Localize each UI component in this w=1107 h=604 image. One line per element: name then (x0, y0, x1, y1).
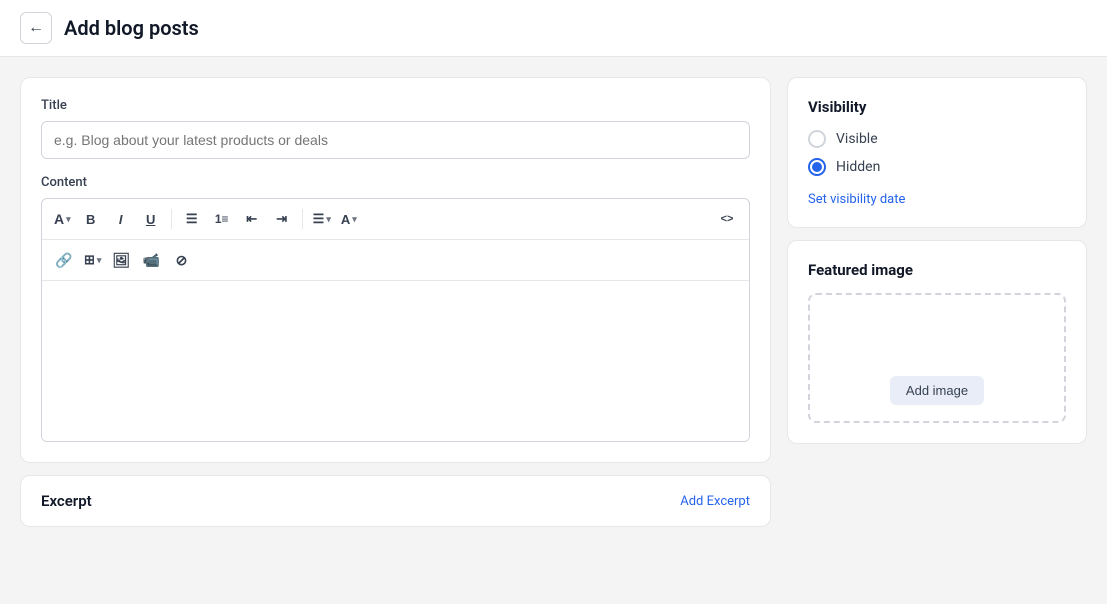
text-color-button[interactable]: A ▾ (337, 205, 361, 233)
title-input[interactable] (41, 121, 750, 159)
video-button[interactable]: 📹 (137, 246, 165, 274)
title-section: Title (41, 98, 750, 159)
add-excerpt-link[interactable]: Add Excerpt (680, 494, 750, 509)
featured-image-card: Featured image Add image (787, 240, 1087, 444)
font-button[interactable]: A ▾ (50, 205, 75, 233)
text-color-arrow: ▾ (352, 214, 357, 225)
left-column: Title Content A ▾ B I U (20, 77, 771, 527)
italic-button[interactable]: I (107, 205, 135, 233)
align-arrow: ▾ (326, 214, 331, 225)
source-icon: <> (721, 213, 734, 225)
bold-icon: B (86, 212, 95, 227)
underline-button[interactable]: U (137, 205, 165, 233)
link-icon: 🔗 (55, 252, 72, 269)
image-drop-zone[interactable]: Add image (808, 293, 1066, 423)
ordered-list-button[interactable]: 1≡ (208, 205, 236, 233)
bold-button[interactable]: B (77, 205, 105, 233)
hidden-label: Hidden (836, 159, 880, 175)
ul-icon: ☰ (186, 211, 198, 227)
visible-option[interactable]: Visible (808, 130, 1066, 148)
hidden-radio[interactable] (808, 158, 826, 176)
content-label: Content (41, 175, 750, 190)
outdent-icon: ⇤ (246, 211, 257, 227)
block-icon: ⊘ (176, 252, 188, 269)
main-content-card: Title Content A ▾ B I U (20, 77, 771, 463)
ol-icon: 1≡ (215, 212, 229, 226)
align-icon: ☰ (313, 211, 325, 227)
font-icon: A (54, 211, 64, 227)
align-button[interactable]: ☰ ▾ (309, 205, 335, 233)
right-column: Visibility Visible Hidden Set visibility… (787, 77, 1087, 444)
image-button[interactable]: 🖼 (107, 246, 135, 274)
source-button[interactable]: <> (713, 205, 741, 233)
font-arrow: ▾ (66, 214, 71, 225)
divider-1 (171, 209, 172, 229)
table-arrow: ▾ (97, 255, 102, 266)
table-button[interactable]: ⊞ ▾ (80, 246, 105, 274)
hidden-option[interactable]: Hidden (808, 158, 1066, 176)
video-icon: 📹 (143, 252, 160, 269)
excerpt-title: Excerpt (41, 492, 92, 510)
image-icon: 🖼 (113, 252, 131, 269)
text-color-icon: A (341, 212, 350, 227)
indent-icon: ⇥ (276, 211, 287, 227)
visible-radio[interactable] (808, 130, 826, 148)
visible-label: Visible (836, 131, 878, 147)
editor-body[interactable] (42, 281, 749, 441)
unordered-list-button[interactable]: ☰ (178, 205, 206, 233)
page-title: Add blog posts (64, 16, 199, 40)
editor-wrapper: A ▾ B I U ☰ 1≡ (41, 198, 750, 442)
title-label: Title (41, 98, 750, 113)
set-visibility-date-link[interactable]: Set visibility date (808, 192, 905, 207)
block-button[interactable]: ⊘ (167, 246, 195, 274)
outdent-button[interactable]: ⇤ (238, 205, 266, 233)
featured-image-title: Featured image (808, 261, 1066, 279)
back-button[interactable]: ← (20, 12, 52, 44)
table-icon: ⊞ (84, 252, 95, 268)
visibility-title: Visibility (808, 98, 1066, 116)
toolbar-row2: 🔗 ⊞ ▾ 🖼 📹 ⊘ (42, 240, 749, 281)
main-layout: Title Content A ▾ B I U (0, 57, 1107, 547)
toolbar-row1: A ▾ B I U ☰ 1≡ (42, 199, 749, 240)
visibility-card: Visibility Visible Hidden Set visibility… (787, 77, 1087, 228)
link-button[interactable]: 🔗 (50, 246, 78, 274)
divider-2 (302, 209, 303, 229)
add-image-button[interactable]: Add image (890, 376, 984, 405)
back-icon: ← (28, 19, 44, 37)
italic-icon: I (119, 212, 123, 227)
underline-icon: U (146, 212, 155, 227)
content-section: Content A ▾ B I U ☰ (41, 175, 750, 442)
page-header: ← Add blog posts (0, 0, 1107, 57)
excerpt-card: Excerpt Add Excerpt (20, 475, 771, 527)
indent-button[interactable]: ⇥ (268, 205, 296, 233)
